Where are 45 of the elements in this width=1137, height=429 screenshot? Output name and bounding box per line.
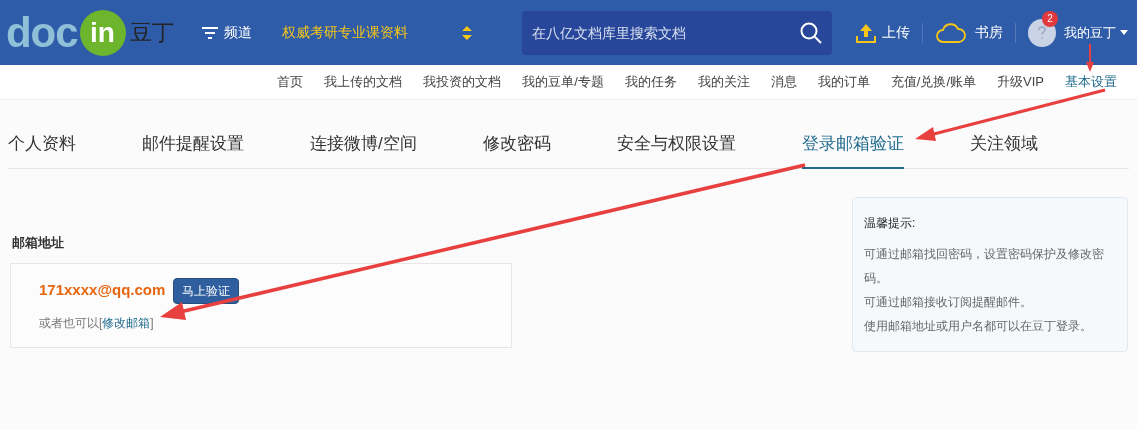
logo-text: doc xyxy=(6,11,78,54)
promo-link[interactable]: 权威考研专业课资料 xyxy=(282,22,408,43)
settings-tab[interactable]: 邮件提醒设置 xyxy=(142,121,244,169)
change-email-link[interactable]: 修改邮箱 xyxy=(102,315,151,330)
upload-icon xyxy=(856,22,876,43)
sort-icon xyxy=(462,25,472,40)
settings-tab[interactable]: 安全与权限设置 xyxy=(616,121,736,169)
notification-badge: 2 xyxy=(1042,10,1058,27)
account-menu[interactable]: 我的豆丁 xyxy=(1064,22,1128,43)
tip-text: 使用邮箱地址或用户名都可以在豆丁登录。 xyxy=(864,318,1093,335)
cloud-icon xyxy=(935,21,967,44)
logo-badge: in xyxy=(79,9,126,56)
settings-tab[interactable]: 修改密码 xyxy=(482,121,551,169)
section-heading: 邮箱地址 xyxy=(11,234,65,252)
nav-link[interactable]: 我投资的文档 xyxy=(423,72,502,92)
tip-text: 可通过邮箱找回密码，设置密码保护及修改密码。 xyxy=(864,246,1105,287)
alt-text: 或者也可以[ xyxy=(39,315,103,330)
settings-tab[interactable]: 个人资料 xyxy=(8,121,76,169)
nav-link[interactable]: 升级VIP xyxy=(997,72,1044,92)
tips-title: 温馨提示: xyxy=(864,215,917,232)
settings-tab[interactable]: 关注领域 xyxy=(969,121,1038,169)
nav-link[interactable]: 基本设置 xyxy=(1065,72,1117,92)
arrow-annotation xyxy=(1086,43,1094,72)
nav-link[interactable]: 充值/兑换/账单 xyxy=(890,72,977,92)
caret-icon xyxy=(1120,30,1128,35)
nav-link[interactable]: 首页 xyxy=(277,72,304,92)
tip-text: 可通过邮箱接收订阅提醒邮件。 xyxy=(864,294,1033,311)
email-address: 171xxxx@qq.com xyxy=(39,280,166,301)
verify-button[interactable]: 马上验证 xyxy=(173,277,240,304)
bookshelf-button[interactable]: 书房 xyxy=(935,21,1003,44)
nav-link[interactable]: 我的订单 xyxy=(817,72,870,92)
search-icon[interactable] xyxy=(800,21,822,44)
nav-link[interactable]: 我的关注 xyxy=(697,72,750,92)
logo-text: 豆丁 xyxy=(129,21,174,44)
channel-menu[interactable]: 频道 xyxy=(202,22,252,43)
nav-link[interactable]: 我的豆单/专题 xyxy=(522,72,604,92)
menu-icon xyxy=(202,25,218,40)
upload-button[interactable]: 上传 xyxy=(856,22,910,43)
settings-tab[interactable]: 连接微博/空间 xyxy=(310,121,417,169)
search-field[interactable]: 在八亿文档库里搜索文档 xyxy=(522,10,832,55)
nav-link[interactable]: 我的任务 xyxy=(624,72,677,92)
nav-link[interactable]: 我上传的文档 xyxy=(324,72,403,92)
bracket-text: ] xyxy=(150,315,154,330)
settings-tab[interactable]: 登录邮箱验证 xyxy=(801,121,904,169)
nav-link[interactable]: 消息 xyxy=(770,72,797,92)
